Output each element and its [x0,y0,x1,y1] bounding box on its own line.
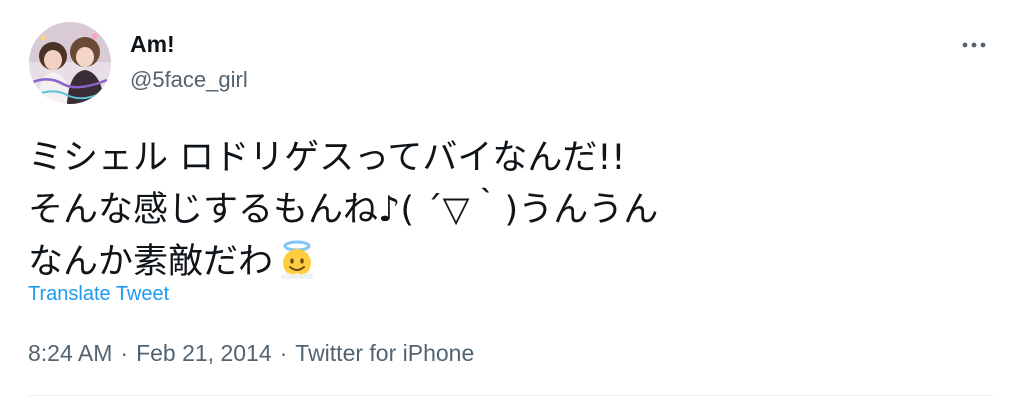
avatar[interactable] [29,22,111,104]
tweet-source[interactable]: Twitter for iPhone [295,340,474,366]
separator-dot: · [120,340,129,366]
more-options-button[interactable] [954,30,994,60]
tweet-text-line: そんな感じするもんね♪( ´▽｀)うんうん [28,190,659,230]
tweet-time[interactable]: 8:24 AM [28,340,112,366]
display-name[interactable]: Am! [130,30,175,58]
translate-tweet-link[interactable]: Translate Tweet [28,281,169,307]
tweet-text-line: なんか素敵だわ [28,236,988,288]
user-handle[interactable]: @5face_girl [130,66,248,94]
tweet-card: Am! @5face_girl ミシェル ロドリゲスってバイなんだ!! そんな感… [0,0,1024,400]
smiling-face-with-halo-icon [275,237,319,281]
more-horizontal-icon [962,42,986,48]
tweet-date[interactable]: Feb 21, 2014 [136,340,272,366]
tweet-metadata: 8:24 AM · Feb 21, 2014 · Twitter for iPhone [28,338,474,368]
tweet-text-line: ミシェル ロドリゲスってバイなんだ!! [28,138,626,178]
tweet-text: ミシェル ロドリゲスってバイなんだ!! そんな感じするもんね♪( ´▽｀)うんう… [28,132,988,288]
tweet-text-line-content: なんか素敵だわ [28,242,274,282]
separator-dot: · [279,340,288,366]
profile-photo-image [29,22,111,104]
divider [28,395,994,396]
